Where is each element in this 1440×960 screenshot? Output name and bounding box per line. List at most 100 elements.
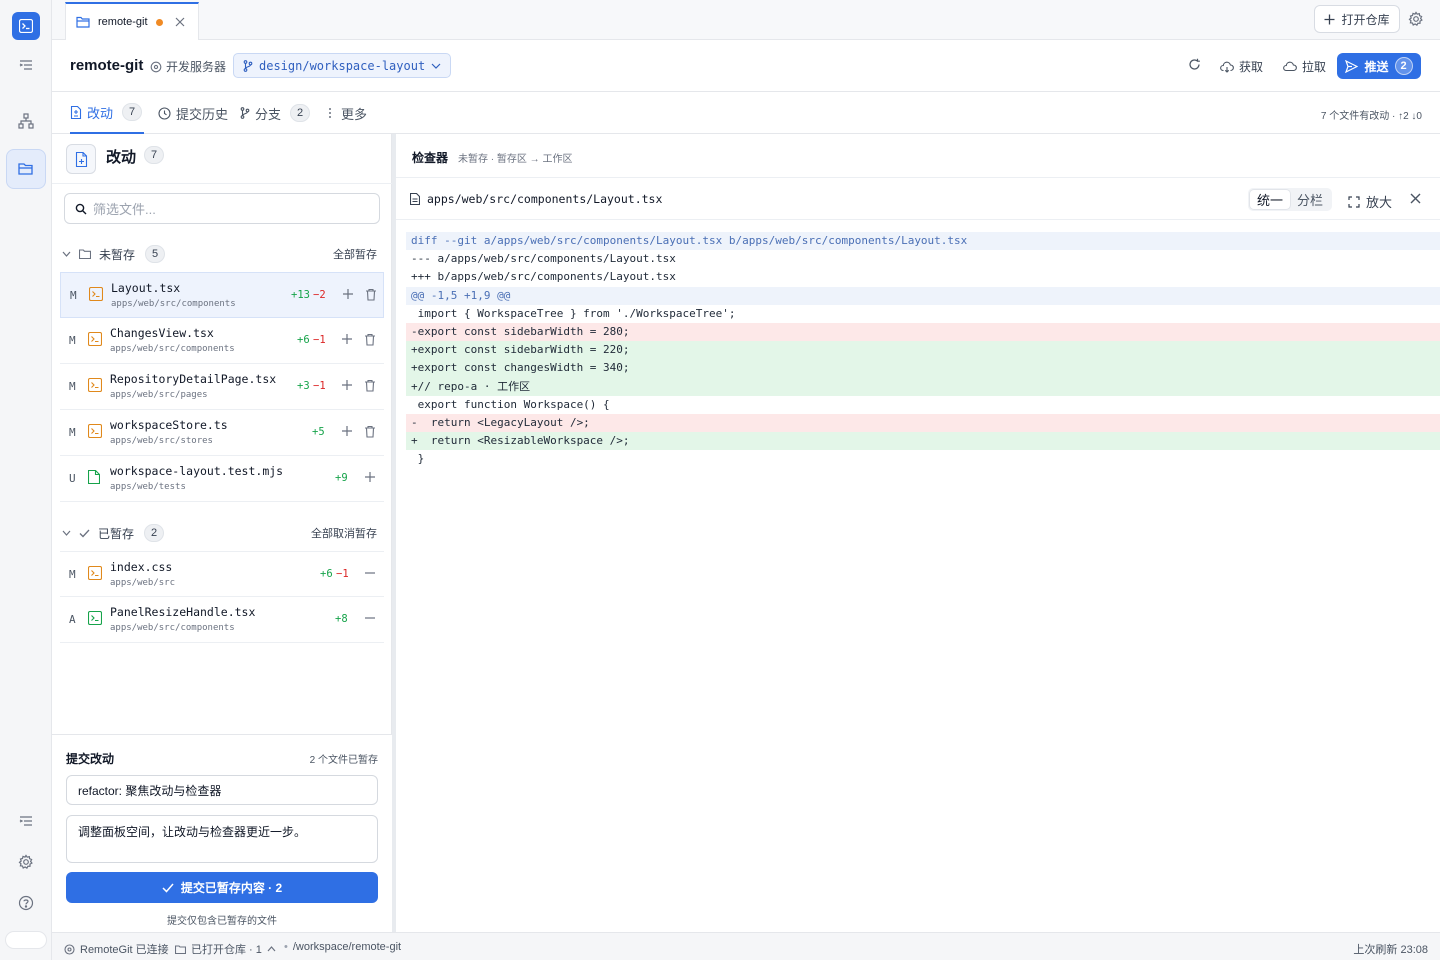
branch-label: design/workspace-layout xyxy=(259,58,426,73)
commit-staged-button[interactable]: 提交已暂存内容 · 2 xyxy=(66,872,378,903)
folder-icon xyxy=(76,16,90,28)
refresh-icon xyxy=(1188,58,1201,71)
clock-icon xyxy=(158,106,171,120)
file-row[interactable]: M RepositoryDetailPage.tsx apps/web/src/… xyxy=(60,364,384,410)
stage-all-button[interactable]: 全部暂存 xyxy=(333,246,377,262)
pull-label: 拉取 xyxy=(1302,60,1327,74)
file-name: PanelResizeHandle.tsx xyxy=(110,605,256,619)
branch-selector[interactable]: design/workspace-layout xyxy=(233,53,452,78)
file-row[interactable]: U workspace-layout.test.mjs apps/web/tes… xyxy=(60,456,384,502)
tab-branches[interactable]: 分支 2 xyxy=(240,92,311,134)
unstage-minus-icon[interactable] xyxy=(364,567,376,579)
refresh-button[interactable] xyxy=(1188,58,1201,71)
connection-icon xyxy=(64,943,75,955)
outline-icon[interactable] xyxy=(6,45,46,85)
fetch-label: 获取 xyxy=(1239,60,1264,74)
discard-trash-icon[interactable] xyxy=(364,333,376,346)
unsaved-dot xyxy=(155,18,163,26)
tab-more[interactable]: 更多 xyxy=(328,92,367,134)
unstage-all-button[interactable]: 全部取消暂存 xyxy=(311,525,377,541)
filter-files-input[interactable]: 筛选文件... xyxy=(64,193,380,224)
zoom-button[interactable]: 放大 xyxy=(1348,192,1392,211)
code-file-icon xyxy=(89,287,103,301)
diff-line-add: +export const sidebarWidth = 220; xyxy=(406,341,1440,360)
repo-header: remote-git 开发服务器 design/workspace-layout… xyxy=(52,40,1440,92)
connection-status[interactable]: RemoteGit 已连接 xyxy=(64,941,169,957)
branches-count-badge: 2 xyxy=(290,104,311,122)
tab-remote-git[interactable]: remote-git xyxy=(65,2,199,40)
file-name: Layout.tsx xyxy=(111,281,181,295)
diff-line-ctx: +++ b/apps/web/src/components/Layout.tsx xyxy=(411,270,676,284)
collapse-panel-icon[interactable] xyxy=(6,801,46,841)
terminal-logo-icon[interactable] xyxy=(12,12,40,40)
fetch-button[interactable]: 获取 xyxy=(1220,58,1263,75)
diff-line-add: +export const changesWidth = 340; xyxy=(406,359,1440,378)
opened-repos-status[interactable]: 已打开仓库 · 1 xyxy=(175,941,276,957)
gear-icon[interactable] xyxy=(1408,11,1424,27)
stage-file-plus-icon[interactable] xyxy=(341,425,353,437)
diff-view-toggle: 统一 分栏 xyxy=(1248,188,1333,211)
file-status: M xyxy=(69,380,76,393)
folder-icon xyxy=(79,249,91,259)
git-branch-icon xyxy=(240,107,250,119)
discard-trash-icon[interactable] xyxy=(364,379,376,392)
chevron-down-icon xyxy=(62,251,71,257)
app-rail xyxy=(0,0,52,960)
server-selector[interactable]: 开发服务器 xyxy=(150,58,226,75)
expand-icon xyxy=(1348,195,1360,208)
push-label: 推送 xyxy=(1364,59,1389,74)
file-row[interactable]: M index.css apps/web/src +6 −1 xyxy=(60,551,384,597)
discard-trash-icon[interactable] xyxy=(364,425,376,438)
file-row[interactable]: A PanelResizeHandle.tsx apps/web/src/com… xyxy=(60,597,384,643)
tab-history[interactable]: 提交历史 xyxy=(158,92,228,134)
file-path: apps/web/tests xyxy=(110,482,186,492)
diff-file-bar: apps/web/src/components/Layout.tsx 统一 分栏… xyxy=(396,178,1440,220)
new-file-icon xyxy=(88,470,102,484)
file-row[interactable]: M Layout.tsx apps/web/src/components +13… xyxy=(60,272,384,318)
changes-count-badge: 7 xyxy=(122,103,143,121)
changes-header: 改动 7 xyxy=(52,134,392,184)
theme-toggle[interactable] xyxy=(5,931,47,949)
staged-count-badge: 2 xyxy=(144,524,165,542)
stage-file-plus-icon[interactable] xyxy=(342,288,354,300)
open-repo-button[interactable]: 打开仓库 xyxy=(1314,5,1400,33)
stage-file-plus-icon[interactable] xyxy=(341,333,353,345)
folder-open-icon[interactable] xyxy=(6,149,46,189)
close-tab-icon[interactable] xyxy=(175,17,185,27)
view-unified-button[interactable]: 统一 xyxy=(1250,190,1291,209)
commit-description-textarea[interactable]: 调整面板空间，让改动与检查器更近一步。 xyxy=(66,815,378,863)
diff-file-path: apps/web/src/components/Layout.tsx xyxy=(410,192,662,206)
view-split-button[interactable]: 分栏 xyxy=(1290,190,1330,209)
file-path: apps/web/src/components xyxy=(111,299,236,309)
separator-dot: • xyxy=(284,941,288,953)
file-name: ChangesView.tsx xyxy=(110,326,214,340)
inspector-subtitle: 未暂存 · 暂存区 → 工作区 xyxy=(458,154,573,165)
commit-staged-info: 2 个文件已暂存 xyxy=(309,755,378,766)
discard-trash-icon[interactable] xyxy=(365,288,377,301)
tab-changes[interactable]: 改动 7 xyxy=(70,92,144,134)
diff-line-ctx: import { WorkspaceTree } from './Workspa… xyxy=(411,306,736,320)
file-row[interactable]: M workspaceStore.ts apps/web/src/stores … xyxy=(60,410,384,456)
file-name: RepositoryDetailPage.tsx xyxy=(110,372,277,386)
stage-file-plus-icon[interactable] xyxy=(364,471,376,483)
push-button[interactable]: 推送 2 xyxy=(1337,53,1421,79)
commit-summary-input[interactable]: refactor: 聚焦改动与检查器 xyxy=(66,775,378,805)
close-icon[interactable] xyxy=(1410,193,1421,204)
file-row[interactable]: M ChangesView.tsx apps/web/src/component… xyxy=(60,318,384,364)
diff-content: diff --git a/apps/web/src/components/Lay… xyxy=(406,232,1440,468)
staged-section-header[interactable]: 已暂存 2 全部取消暂存 xyxy=(60,522,384,544)
inspector-panel: 检查器 未暂存 · 暂存区 → 工作区 apps/web/src/compone… xyxy=(396,134,1440,932)
unstaged-label: 未暂存 xyxy=(99,247,136,262)
unstaged-section-header[interactable]: 未暂存 5 全部暂存 xyxy=(60,243,384,265)
diff-line-rem: - return <LegacyLayout />; xyxy=(406,413,1440,433)
diff-line-add: +// repo-a · 工作区 xyxy=(406,377,1440,396)
file-path: apps/web/src/pages xyxy=(110,390,208,400)
deletions: −1 xyxy=(336,568,349,580)
code-file-icon xyxy=(88,378,102,392)
settings-gear-icon[interactable] xyxy=(6,842,46,882)
repository-tree-icon[interactable] xyxy=(6,101,46,141)
pull-button[interactable]: 拉取 xyxy=(1283,58,1326,75)
help-icon[interactable] xyxy=(6,883,46,923)
stage-file-plus-icon[interactable] xyxy=(341,379,353,391)
unstage-minus-icon[interactable] xyxy=(364,612,376,624)
